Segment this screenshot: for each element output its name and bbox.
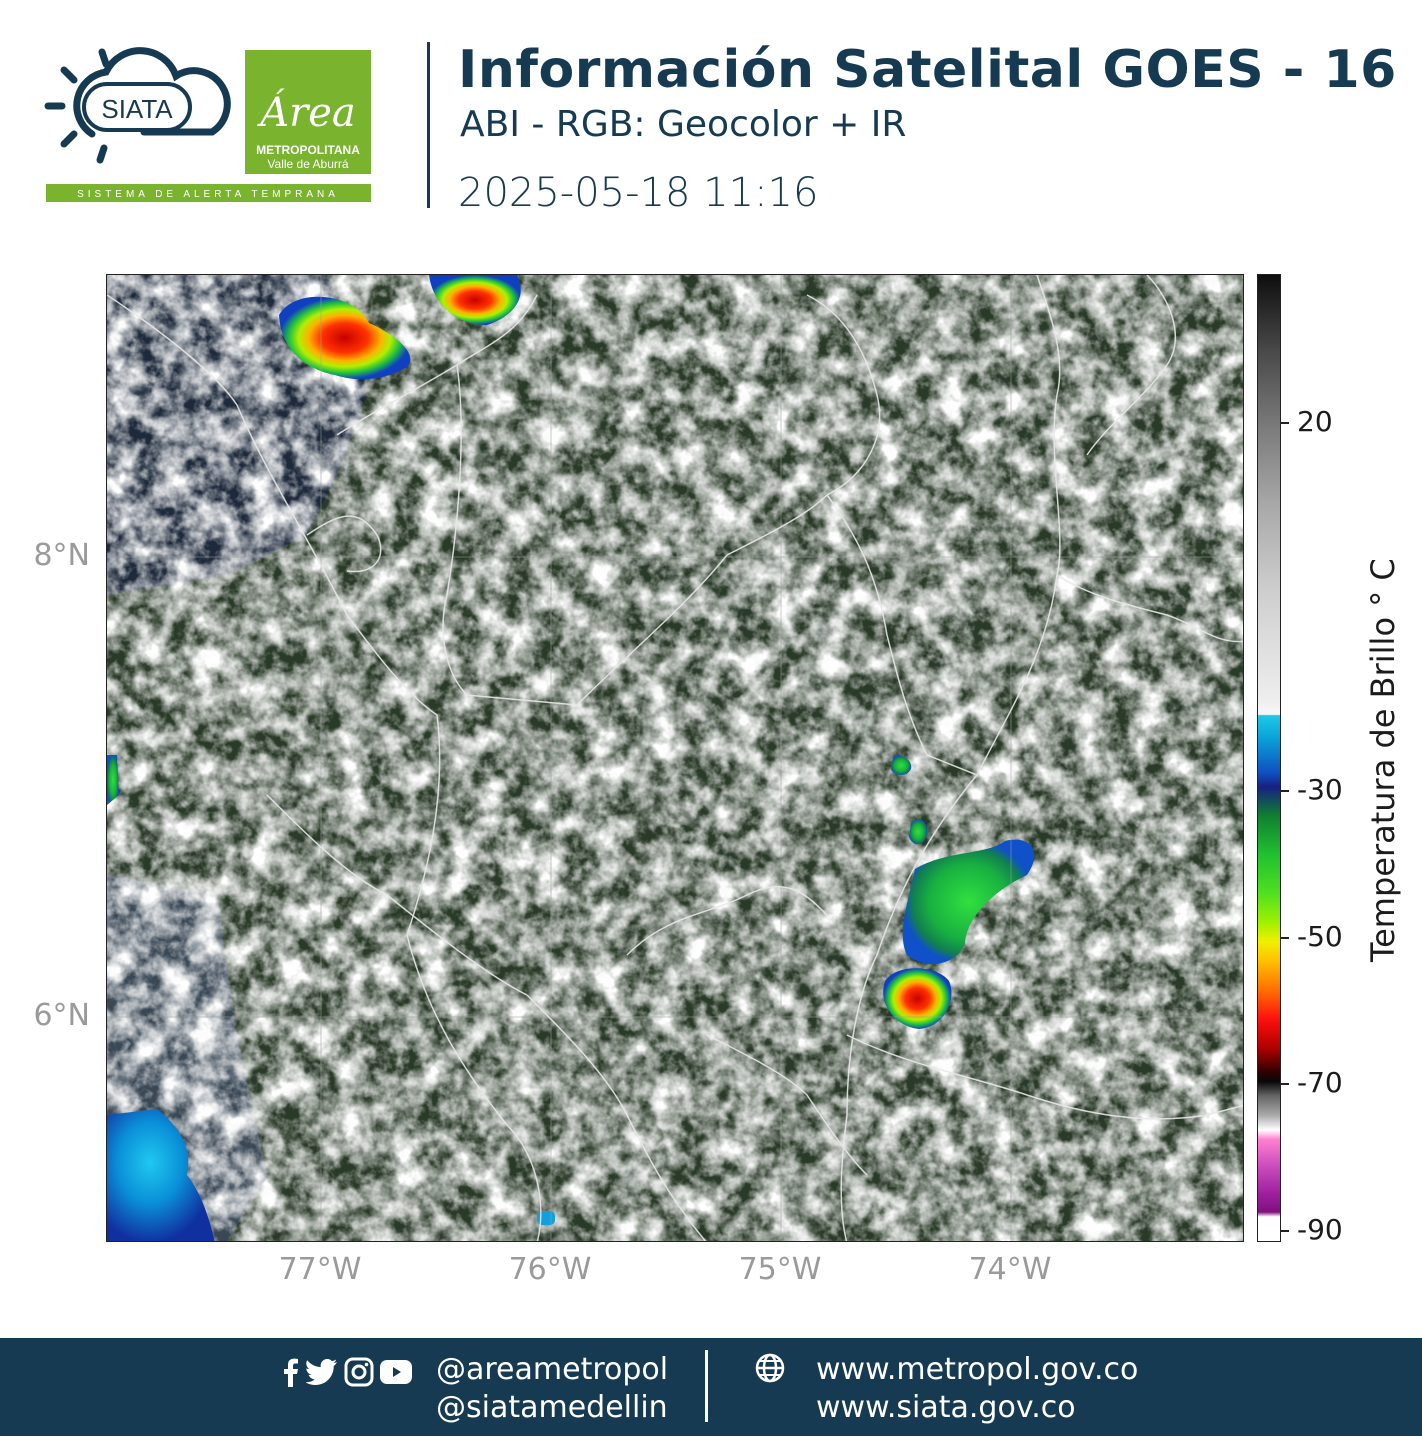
x-tick-label: 76°W bbox=[508, 1252, 592, 1287]
svg-text:METROPOLITANA: METROPOLITANA bbox=[256, 143, 360, 157]
youtube-icon[interactable] bbox=[380, 1360, 412, 1384]
colorbar-tick bbox=[1281, 790, 1289, 792]
image-timestamp: 2025-05-18 11:16 bbox=[458, 170, 819, 216]
siata-logo: SIATA Área METROPOLITANA Valle de Aburrá… bbox=[44, 47, 371, 202]
colorbar-tick bbox=[1281, 422, 1289, 424]
twitter-icon[interactable] bbox=[306, 1358, 338, 1386]
x-tick-label: 75°W bbox=[738, 1252, 822, 1287]
colorbar-title: Temperatura de Brillo ° C bbox=[1364, 558, 1402, 962]
website-link[interactable]: www.siata.gov.co bbox=[816, 1390, 1076, 1425]
header-divider bbox=[427, 42, 430, 208]
y-tick-label: 8°N bbox=[33, 538, 90, 573]
page-subtitle: ABI - RGB: Geocolor + IR bbox=[460, 104, 907, 145]
satellite-image bbox=[107, 275, 1243, 1241]
footer-divider bbox=[705, 1350, 708, 1422]
colorbar-tick bbox=[1281, 1083, 1289, 1085]
footer: @areametropol @siatamedellin www.metropo… bbox=[0, 1338, 1422, 1436]
colorbar-tick bbox=[1281, 1230, 1289, 1232]
social-handle[interactable]: @areametropol bbox=[436, 1352, 668, 1387]
colorbar-tick-label: -30 bbox=[1297, 773, 1343, 806]
globe-icon bbox=[755, 1353, 785, 1383]
page-title: Información Satelital GOES - 16 bbox=[458, 40, 1397, 100]
colorbar-tick-label: -50 bbox=[1297, 920, 1343, 953]
website-link[interactable]: www.metropol.gov.co bbox=[816, 1352, 1138, 1387]
x-tick-label: 74°W bbox=[968, 1252, 1052, 1287]
colorbar-tick bbox=[1281, 937, 1289, 939]
svg-text:SIATA: SIATA bbox=[101, 94, 173, 124]
satellite-map bbox=[106, 274, 1244, 1242]
social-handle[interactable]: @siatamedellin bbox=[436, 1390, 668, 1425]
colorbar-tick-label: -90 bbox=[1297, 1213, 1343, 1246]
colorbar bbox=[1257, 274, 1281, 1242]
x-tick-label: 77°W bbox=[278, 1252, 362, 1287]
svg-text:Valle de Aburrá: Valle de Aburrá bbox=[267, 157, 348, 171]
colorbar-tick-label: -70 bbox=[1297, 1066, 1343, 1099]
facebook-icon[interactable] bbox=[280, 1357, 300, 1387]
svg-text:Área: Área bbox=[256, 89, 356, 136]
svg-text:SISTEMA DE ALERTA TEMPRANA: SISTEMA DE ALERTA TEMPRANA bbox=[77, 189, 339, 200]
social-icons bbox=[280, 1356, 412, 1388]
y-tick-label: 6°N bbox=[33, 998, 90, 1033]
colorbar-tick-label: 20 bbox=[1297, 405, 1333, 438]
instagram-icon[interactable] bbox=[344, 1357, 374, 1387]
header: SIATA Área METROPOLITANA Valle de Aburrá… bbox=[0, 0, 1422, 240]
